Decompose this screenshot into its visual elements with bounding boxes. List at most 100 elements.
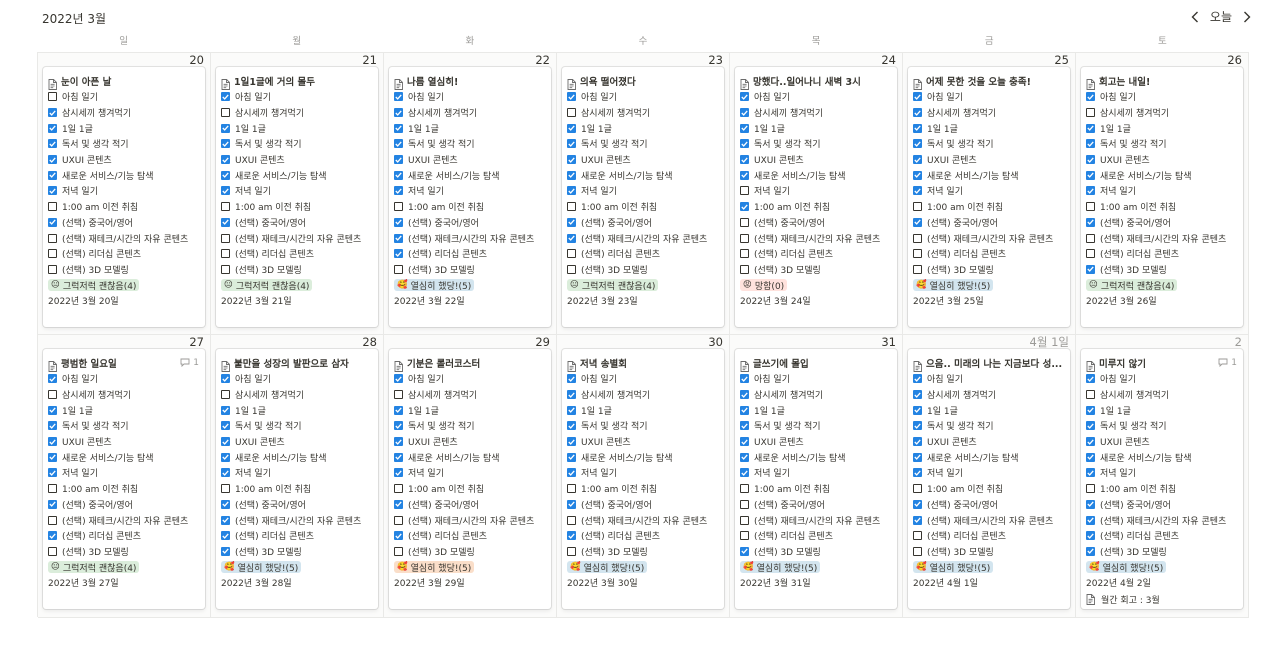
habit-checkbox[interactable]	[567, 155, 576, 165]
day-cell[interactable]: 22 나름 열심히! 아침 일기 삼시세끼 챙겨먹기 1일 1글 독서 및 생각 적기 UX…	[384, 53, 557, 335]
habit-checkbox[interactable]	[913, 123, 922, 133]
habit-checkbox[interactable]	[567, 390, 576, 400]
journal-card[interactable]: 글쓰기에 몰입 아침 일기 삼시세끼 챙겨먹기 1일 1글 독서 및 생각 적기 UXUI…	[735, 349, 897, 609]
habit-checkbox[interactable]	[1086, 202, 1095, 212]
day-cell[interactable]: 4월 1일 으음.. 미래의 나는 지금보다 성... 아침 일기 삼시세끼 챙겨먹기…	[903, 335, 1076, 618]
habit-checkbox[interactable]	[567, 405, 576, 415]
habit-checkbox[interactable]	[48, 264, 57, 274]
habit-checkbox[interactable]	[394, 202, 403, 212]
habit-checkbox[interactable]	[567, 202, 576, 212]
habit-checkbox[interactable]	[394, 499, 403, 509]
habit-checkbox[interactable]	[913, 374, 922, 384]
habit-checkbox[interactable]	[567, 531, 576, 541]
habit-checkbox[interactable]	[1086, 468, 1095, 478]
habit-checkbox[interactable]	[221, 170, 230, 180]
habit-checkbox[interactable]	[567, 437, 576, 447]
habit-checkbox[interactable]	[740, 92, 749, 102]
habit-checkbox[interactable]	[48, 170, 57, 180]
habit-checkbox[interactable]	[1086, 217, 1095, 227]
habit-checkbox[interactable]	[567, 249, 576, 259]
habit-checkbox[interactable]	[567, 484, 576, 494]
journal-card[interactable]: 미루지 않기 1 아침 일기 삼시세끼 챙겨먹기 1일 1글 독서 및 생각 적기 UXUI…	[1081, 349, 1243, 609]
habit-checkbox[interactable]	[1086, 437, 1095, 447]
day-cell[interactable]: 30 저녁 송별회 아침 일기 삼시세끼 챙겨먹기 1일 1글 독서 및 생각 적기 UXU…	[557, 335, 730, 618]
habit-checkbox[interactable]	[913, 155, 922, 165]
habit-checkbox[interactable]	[1086, 249, 1095, 259]
habit-checkbox[interactable]	[221, 499, 230, 509]
habit-checkbox[interactable]	[913, 531, 922, 541]
journal-card[interactable]: 으음.. 미래의 나는 지금보다 성... 아침 일기 삼시세끼 챙겨먹기 1일 1글…	[908, 349, 1070, 609]
habit-checkbox[interactable]	[394, 468, 403, 478]
habit-checkbox[interactable]	[913, 217, 922, 227]
habit-checkbox[interactable]	[740, 123, 749, 133]
habit-checkbox[interactable]	[394, 92, 403, 102]
habit-checkbox[interactable]	[394, 546, 403, 556]
journal-card[interactable]: 어제 못한 것을 오늘 충족! 아침 일기 삼시세끼 챙겨먹기 1일 1글 독서 및 생…	[908, 67, 1070, 327]
today-button[interactable]: 오늘	[1210, 8, 1232, 25]
day-cell[interactable]: 31 글쓰기에 몰입 아침 일기 삼시세끼 챙겨먹기 1일 1글 독서 및 생각 적기 UX…	[730, 335, 903, 618]
habit-checkbox[interactable]	[221, 531, 230, 541]
habit-checkbox[interactable]	[740, 405, 749, 415]
habit-checkbox[interactable]	[394, 405, 403, 415]
habit-checkbox[interactable]	[567, 374, 576, 384]
habit-checkbox[interactable]	[740, 108, 749, 118]
habit-checkbox[interactable]	[567, 108, 576, 118]
habit-checkbox[interactable]	[48, 437, 57, 447]
habit-checkbox[interactable]	[1086, 123, 1095, 133]
habit-checkbox[interactable]	[394, 155, 403, 165]
habit-checkbox[interactable]	[740, 437, 749, 447]
journal-card[interactable]: 기분은 롤러코스터 아침 일기 삼시세끼 챙겨먹기 1일 1글 독서 및 생각 적기 UX…	[389, 349, 551, 609]
habit-checkbox[interactable]	[48, 123, 57, 133]
habit-checkbox[interactable]	[1086, 233, 1095, 243]
habit-checkbox[interactable]	[913, 139, 922, 149]
habit-checkbox[interactable]	[48, 249, 57, 259]
habit-checkbox[interactable]	[913, 186, 922, 196]
habit-checkbox[interactable]	[1086, 108, 1095, 118]
journal-card[interactable]: 망했다..일어나니 새벽 3시 아침 일기 삼시세끼 챙겨먹기 1일 1글 독서 및 생…	[735, 67, 897, 327]
habit-checkbox[interactable]	[1086, 546, 1095, 556]
habit-checkbox[interactable]	[567, 186, 576, 196]
habit-checkbox[interactable]	[221, 123, 230, 133]
habit-checkbox[interactable]	[48, 546, 57, 556]
comment-count[interactable]: 1	[1218, 358, 1237, 368]
habit-checkbox[interactable]	[221, 202, 230, 212]
habit-checkbox[interactable]	[740, 202, 749, 212]
habit-checkbox[interactable]	[48, 155, 57, 165]
habit-checkbox[interactable]	[48, 374, 57, 384]
journal-card[interactable]: 불만을 성장의 발판으로 삼자 아침 일기 삼시세끼 챙겨먹기 1일 1글 독서 및 생…	[216, 349, 378, 609]
habit-checkbox[interactable]	[740, 139, 749, 149]
chevron-left-icon[interactable]	[1188, 9, 1202, 25]
day-cell[interactable]: 28 불만을 성장의 발판으로 삼자 아침 일기 삼시세끼 챙겨먹기 1일 1글 독서 및…	[211, 335, 384, 618]
habit-checkbox[interactable]	[1086, 499, 1095, 509]
habit-checkbox[interactable]	[221, 186, 230, 196]
habit-checkbox[interactable]	[913, 249, 922, 259]
habit-checkbox[interactable]	[567, 499, 576, 509]
habit-checkbox[interactable]	[1086, 515, 1095, 525]
habit-checkbox[interactable]	[567, 123, 576, 133]
habit-checkbox[interactable]	[913, 437, 922, 447]
habit-checkbox[interactable]	[740, 217, 749, 227]
habit-checkbox[interactable]	[394, 170, 403, 180]
habit-checkbox[interactable]	[394, 108, 403, 118]
habit-checkbox[interactable]	[48, 217, 57, 227]
habit-checkbox[interactable]	[1086, 390, 1095, 400]
habit-checkbox[interactable]	[394, 249, 403, 259]
habit-checkbox[interactable]	[221, 217, 230, 227]
habit-checkbox[interactable]	[740, 155, 749, 165]
habit-checkbox[interactable]	[913, 202, 922, 212]
habit-checkbox[interactable]	[221, 108, 230, 118]
habit-checkbox[interactable]	[567, 233, 576, 243]
habit-checkbox[interactable]	[394, 452, 403, 462]
habit-checkbox[interactable]	[913, 405, 922, 415]
habit-checkbox[interactable]	[913, 390, 922, 400]
habit-checkbox[interactable]	[48, 452, 57, 462]
habit-checkbox[interactable]	[221, 155, 230, 165]
habit-checkbox[interactable]	[1086, 484, 1095, 494]
habit-checkbox[interactable]	[394, 233, 403, 243]
habit-checkbox[interactable]	[394, 421, 403, 431]
comment-count[interactable]: 1	[180, 358, 199, 368]
habit-checkbox[interactable]	[48, 405, 57, 415]
habit-checkbox[interactable]	[1086, 264, 1095, 274]
habit-checkbox[interactable]	[48, 390, 57, 400]
habit-checkbox[interactable]	[567, 139, 576, 149]
